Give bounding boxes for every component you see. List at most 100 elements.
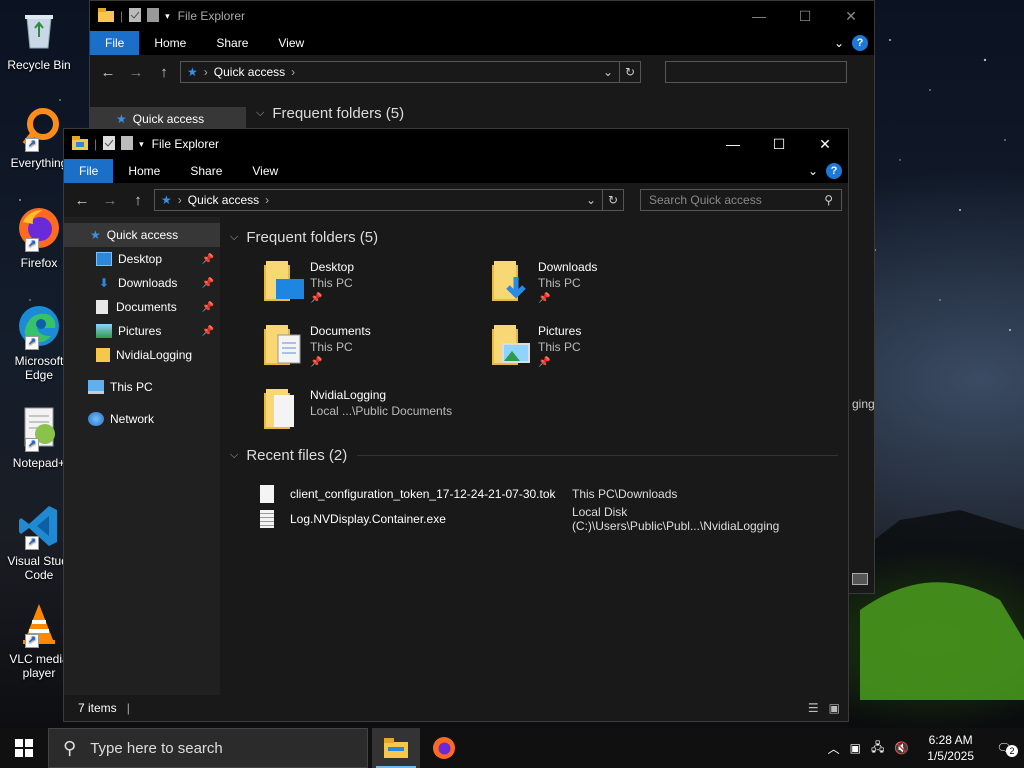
recent-file-row[interactable]: client_configuration_token_17-12-24-21-0… [260, 481, 838, 506]
refresh-button[interactable]: ↻ [619, 61, 641, 83]
address-text: Quick access [187, 193, 260, 207]
nav-item-documents[interactable]: Documents 📌 [64, 295, 220, 319]
minimize-button[interactable]: — [710, 129, 756, 159]
title-bar[interactable]: | ▾ File Explorer — ☐ ✕ [64, 129, 848, 159]
frequent-folder-desktop[interactable]: Desktop This PC 📌 [264, 259, 492, 313]
taskbar-app-firefox[interactable] [420, 728, 468, 768]
file-icon [260, 509, 274, 528]
up-button[interactable]: ↑ [126, 192, 150, 209]
back-button[interactable]: ← [96, 64, 120, 81]
section-header-frequent[interactable]: ⌵ Frequent folders (5) [256, 101, 404, 125]
properties-icon[interactable] [103, 135, 116, 153]
pin-icon[interactable]: 📌 [202, 254, 214, 265]
navigation-pane[interactable]: ★ Quick access Desktop 📌 ⬇ Downloads 📌 D… [64, 217, 220, 695]
large-icons-view-icon[interactable]: ▣ [829, 701, 840, 715]
tab-view[interactable]: View [263, 31, 319, 55]
preview-pane-icon[interactable] [852, 573, 868, 585]
help-icon[interactable]: ? [852, 35, 868, 51]
meet-now-icon[interactable]: ▣ [850, 741, 861, 755]
start-button[interactable] [0, 728, 48, 768]
back-button[interactable]: ← [70, 192, 94, 209]
nav-item-this-pc[interactable]: This PC [64, 375, 220, 399]
pin-icon[interactable]: 📌 [202, 302, 214, 313]
content-pane[interactable]: ⌵ Frequent folders (5) Desktop This PC 📌 [220, 217, 848, 695]
details-view-icon[interactable]: ☰ [808, 701, 819, 715]
explorer-window-front[interactable]: | ▾ File Explorer — ☐ ✕ File Home Share … [63, 128, 849, 722]
tab-file[interactable]: File [64, 159, 114, 183]
close-button[interactable]: ✕ [802, 129, 848, 159]
nav-item-downloads[interactable]: ⬇ Downloads 📌 [64, 271, 220, 295]
expand-ribbon-icon[interactable]: ⌄ [834, 36, 844, 50]
maximize-button[interactable]: ☐ [756, 129, 802, 159]
pin-icon: 📌 [310, 357, 323, 368]
desktop-icon-label: Recycle Bin [7, 58, 71, 72]
tab-share[interactable]: Share [175, 159, 237, 183]
recent-file-row[interactable]: Log.NVDisplay.Container.exe Local Disk (… [260, 505, 838, 533]
pictures-icon [96, 324, 112, 338]
forward-button[interactable]: → [98, 192, 122, 209]
forward-button[interactable]: → [124, 64, 148, 81]
close-button[interactable]: ✕ [828, 1, 874, 31]
chevron-down-icon: ⌵ [256, 106, 265, 119]
nav-item-nvidialogging[interactable]: NvidiaLogging [64, 343, 220, 367]
desktop-icon-label: Notepad+ [12, 456, 66, 470]
nav-item-network[interactable]: Network [64, 407, 220, 431]
expand-ribbon-icon[interactable]: ⌄ [808, 164, 818, 178]
frequent-folder-documents[interactable]: Documents This PC 📌 [264, 323, 492, 377]
address-field[interactable]: ★ › Quick access › ⌄ [180, 61, 620, 83]
windows-logo-icon [15, 739, 33, 757]
maximize-button[interactable]: ☐ [782, 1, 828, 31]
chevron-down-icon[interactable]: ⌄ [603, 65, 613, 79]
nav-item-quick-access[interactable]: ★ Quick access [64, 223, 220, 247]
section-header-recent[interactable]: ⌵ Recent files (2) [230, 443, 838, 467]
frequent-folder-pictures[interactable]: Pictures This PC 📌 [492, 323, 720, 377]
section-header-frequent[interactable]: ⌵ Frequent folders (5) [230, 225, 838, 249]
clipped-text: ging [852, 397, 875, 411]
explorer-body: ★ Quick access Desktop 📌 ⬇ Downloads 📌 D… [64, 217, 848, 695]
frequent-folder-nvidialogging[interactable]: NvidiaLogging Local ...\Public Documents [264, 387, 492, 441]
tab-view[interactable]: View [237, 159, 293, 183]
up-button[interactable]: ↑ [152, 64, 176, 81]
clock-time: 6:28 AM [928, 733, 973, 747]
tab-home[interactable]: Home [113, 159, 175, 183]
title-bar[interactable]: | ▾ File Explorer — ☐ ✕ [90, 1, 874, 31]
nav-item-desktop[interactable]: Desktop 📌 [64, 247, 220, 271]
network-icon[interactable]: 🖧 [871, 738, 884, 759]
taskbar-app-file-explorer[interactable] [372, 728, 420, 768]
nav-item-pictures[interactable]: Pictures 📌 [64, 319, 220, 343]
show-hidden-icons-chevron-icon[interactable]: ︿ [828, 740, 840, 757]
address-field[interactable]: ★ › Quick access › ⌄ [154, 189, 603, 211]
tab-file[interactable]: File [90, 31, 140, 55]
refresh-button[interactable]: ↻ [602, 189, 624, 211]
tab-home[interactable]: Home [139, 31, 201, 55]
help-icon[interactable]: ? [826, 163, 842, 179]
notification-center-button[interactable]: 🗨 2 [992, 741, 1018, 757]
minimize-button[interactable]: — [736, 1, 782, 31]
customize-toolbar-icon[interactable]: ▾ [165, 11, 170, 22]
chevron-down-icon[interactable]: ⌄ [586, 193, 596, 207]
quick-access-toolbar: | ▾ [64, 135, 144, 153]
pin-icon[interactable]: 📌 [202, 326, 214, 337]
taskbar-search-placeholder: Type here to search [90, 739, 223, 757]
pin-icon[interactable]: 📌 [202, 278, 214, 289]
properties-icon[interactable] [129, 7, 142, 25]
star-icon: ★ [116, 112, 127, 126]
search-box[interactable] [665, 61, 847, 83]
folder-icon [98, 7, 114, 25]
vlc-icon: ↗ [15, 600, 63, 648]
clock[interactable]: 6:28 AM 1/5/2025 [919, 732, 982, 764]
taskbar-search-box[interactable]: ⚲ Type here to search [48, 728, 368, 768]
customize-toolbar-icon[interactable]: ▾ [139, 139, 144, 150]
desktop-icon-recycle-bin[interactable]: Recycle Bin [4, 6, 74, 72]
nav-item-label: Desktop [118, 252, 163, 266]
desktop-icon-label: Firefox [20, 256, 58, 270]
frequent-folder-downloads[interactable]: Downloads This PC 📌 [492, 259, 720, 313]
search-box[interactable]: Search Quick access ⚲ [640, 189, 842, 211]
window-title: File Explorer [177, 9, 246, 23]
file-name: Log.NVDisplay.Container.exe [290, 511, 446, 526]
tab-share[interactable]: Share [201, 31, 263, 55]
volume-muted-icon[interactable]: 🔇 [894, 741, 909, 755]
new-folder-icon[interactable] [121, 135, 134, 153]
folder-location: This PC [538, 276, 581, 290]
new-folder-icon[interactable] [147, 7, 160, 25]
